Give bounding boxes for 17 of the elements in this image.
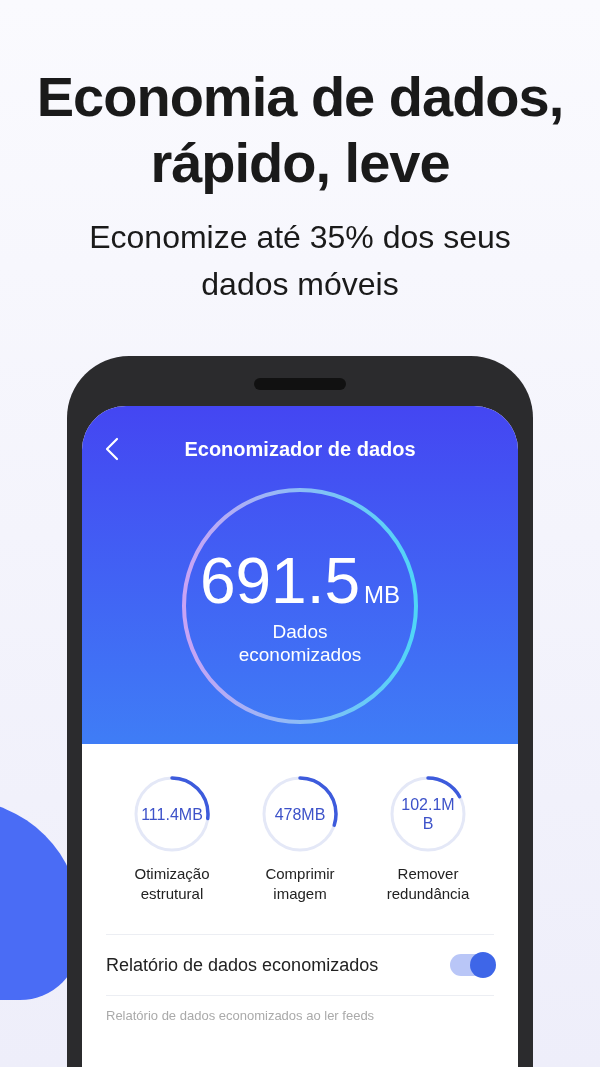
- unit-label: MB: [364, 581, 401, 609]
- stat-label: Remover redundância: [385, 864, 471, 904]
- headline: Economia de dados, rápido, leve: [35, 64, 565, 196]
- setting-label: Relatório de dados economizados: [106, 954, 379, 976]
- stat-label: Comprimir imagem: [264, 864, 336, 904]
- saved-amount: 691.5: [199, 546, 361, 616]
- setting-description: Relatório de dados economizados ao ler feeds: [106, 1008, 376, 1023]
- stat-label: Otimização estrutural: [133, 864, 211, 904]
- screen-title: Economizador de dados: [184, 437, 416, 461]
- speaker-icon: [254, 378, 346, 390]
- stat-value: 478MB: [273, 804, 327, 824]
- subtitle: Economize até 35% dos seus dados móveis: [88, 218, 512, 304]
- stat-value: 102.1MB: [400, 795, 456, 833]
- toggle-switch[interactable]: [450, 954, 494, 976]
- stat-value: 111.4MB: [141, 804, 203, 824]
- saved-label: Dados economizados: [237, 620, 363, 666]
- back-icon[interactable]: [105, 437, 119, 461]
